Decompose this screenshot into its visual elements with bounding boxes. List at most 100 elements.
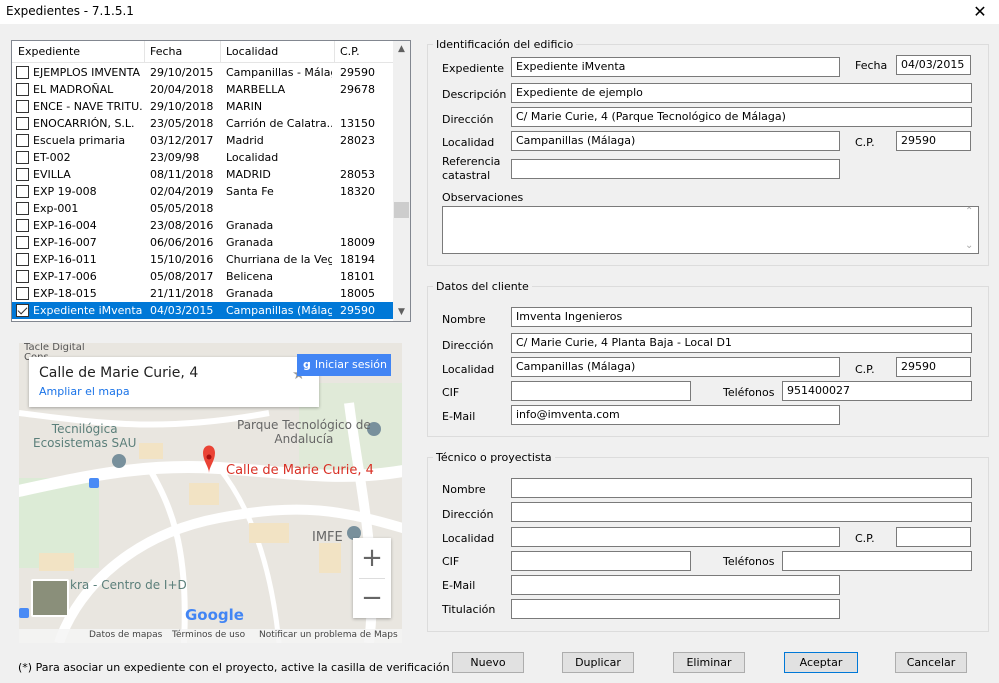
cancelar-button[interactable]: Cancelar	[895, 652, 967, 673]
row-checkbox[interactable]	[16, 304, 29, 317]
list-item[interactable]: EXP-18-015 21/11/2018 Granada 18005	[12, 285, 394, 302]
scroll-thumb[interactable]	[394, 202, 409, 218]
list-item[interactable]: EVILLA 08/11/2018 MADRID 28053	[12, 166, 394, 183]
list-item[interactable]: EJEMPLOS IMVENTA 29/10/2015 Campanillas - …	[12, 64, 394, 81]
cell-cp: 29590	[340, 66, 375, 79]
list-item[interactable]: Exp-001 05/05/2018	[12, 200, 394, 217]
zoom-in-button[interactable]: +	[353, 538, 391, 578]
cell-fecha: 23/09/98	[150, 151, 200, 164]
list-item[interactable]: ENCE - NAVE TRITU... 29/10/2018 MARIN	[12, 98, 394, 115]
cell-localidad: Madrid	[226, 134, 264, 147]
nuevo-button[interactable]: Nuevo	[452, 652, 524, 673]
duplicar-button[interactable]: Duplicar	[562, 652, 634, 673]
column-header-cp[interactable]: C.P.	[340, 45, 360, 58]
poi-centro-id[interactable]: kra - Centro de I+D	[70, 578, 187, 592]
signin-button[interactable]: g Iniciar sesión	[297, 354, 391, 376]
row-checkbox[interactable]	[16, 185, 29, 198]
tech-email-field[interactable]	[511, 575, 840, 595]
client-telefonos-field[interactable]: 951400027	[782, 381, 972, 401]
observaciones-scroll-down-icon[interactable]: ⌄	[965, 240, 973, 251]
poi-imfe[interactable]: IMFE	[312, 530, 343, 545]
expedientes-list[interactable]: Expediente Fecha Localidad C.P. EJEMPLOS…	[11, 40, 411, 322]
row-checkbox[interactable]	[16, 236, 29, 249]
row-checkbox[interactable]	[16, 287, 29, 300]
tech-telefonos-field[interactable]	[782, 551, 972, 571]
google-g-icon: g	[303, 358, 311, 371]
expediente-field[interactable]: Expediente iMventa	[511, 57, 840, 77]
map-report-link[interactable]: Notificar un problema de Maps	[259, 630, 398, 640]
client-cp-field[interactable]: 29590	[896, 357, 971, 377]
tech-legend: Técnico o proyectista	[433, 451, 555, 464]
row-checkbox[interactable]	[16, 202, 29, 215]
cell-localidad: MARIN	[226, 100, 263, 113]
map-view[interactable]: Tacle DigitalCons... Calle de Marie Curi…	[19, 343, 402, 643]
row-checkbox[interactable]	[16, 151, 29, 164]
client-email-field[interactable]: info@imventa.com	[511, 405, 840, 425]
referencia-catastral-field[interactable]	[511, 159, 840, 179]
list-item[interactable]: EXP-16-011 15/10/2016 Churriana de la Vega…	[12, 251, 394, 268]
cell-expediente: EXP-16-011	[33, 253, 97, 266]
observaciones-field[interactable]	[442, 206, 979, 254]
row-checkbox[interactable]	[16, 117, 29, 130]
scroll-up-icon[interactable]: ▲	[393, 41, 410, 58]
row-checkbox[interactable]	[16, 134, 29, 147]
list-item[interactable]: EL MADROÑAL 20/04/2018 MARBELLA 29678	[12, 81, 394, 98]
observaciones-scroll-up-icon[interactable]: ⌃	[965, 206, 973, 217]
row-checkbox[interactable]	[16, 253, 29, 266]
list-item[interactable]: EXP-16-007 06/06/2016 Granada 18009	[12, 234, 394, 251]
map-data-link[interactable]: Datos de mapas	[89, 630, 162, 640]
client-nombre-field[interactable]: Imventa Ingenieros	[511, 307, 972, 327]
list-item[interactable]: EXP-16-004 23/08/2016 Granada	[12, 217, 394, 234]
localidad-field[interactable]: Campanillas (Málaga)	[511, 131, 840, 151]
tech-titulacion-field[interactable]	[511, 599, 840, 619]
footnote: (*) Para asociar un expediente con el pr…	[18, 661, 450, 674]
google-logo: Google	[185, 606, 244, 624]
map-terms-link[interactable]: Términos de uso	[172, 630, 245, 640]
tech-telefonos-label: Teléfonos	[723, 555, 775, 568]
row-checkbox[interactable]	[16, 270, 29, 283]
zoom-out-button[interactable]: −	[353, 578, 391, 618]
poi-tecnilogica[interactable]: Tecnilógica Ecosistemas SAU	[33, 422, 136, 450]
eliminar-button[interactable]: Eliminar	[673, 652, 745, 673]
cell-expediente: EVILLA	[33, 168, 71, 181]
list-item[interactable]: EXP-17-006 05/08/2017 Belicena 18101	[12, 268, 394, 285]
satellite-toggle[interactable]	[31, 579, 69, 617]
tech-cif-field[interactable]	[511, 551, 691, 571]
list-item[interactable]: ENOCARRIÓN, S.L. 23/05/2018 Carrión de Cal…	[12, 115, 394, 132]
scroll-down-icon[interactable]: ▼	[393, 304, 410, 321]
list-scrollbar[interactable]: ▲ ▼	[393, 41, 410, 321]
list-item[interactable]: Escuela primaria 03/12/2017 Madrid 28023	[12, 132, 394, 149]
cell-cp: 28023	[340, 134, 375, 147]
column-header-expediente[interactable]: Expediente	[18, 45, 80, 58]
enlarge-map-link[interactable]: Ampliar el mapa	[39, 385, 130, 398]
list-item[interactable]: EXP 19-008 02/04/2019 Santa Fe 18320	[12, 183, 394, 200]
tech-direccion-field[interactable]	[511, 502, 972, 522]
row-checkbox[interactable]	[16, 100, 29, 113]
row-checkbox[interactable]	[16, 83, 29, 96]
list-item[interactable]: Expediente iMventa 04/03/2015 Campanillas …	[12, 302, 394, 319]
client-cif-field[interactable]	[511, 381, 691, 401]
descripcion-field[interactable]: Expediente de ejemplo	[511, 83, 972, 103]
cell-expediente: EL MADROÑAL	[33, 83, 114, 96]
tech-cif-label: CIF	[442, 555, 460, 568]
client-localidad-field[interactable]: Campanillas (Málaga)	[511, 357, 840, 377]
tech-nombre-field[interactable]	[511, 478, 972, 498]
list-item[interactable]: ET-002 23/09/98 Localidad	[12, 149, 394, 166]
column-header-fecha[interactable]: Fecha	[150, 45, 182, 58]
client-direccion-field[interactable]: C/ Marie Curie, 4 Planta Baja - Local D1	[511, 333, 972, 353]
close-icon[interactable]: ✕	[969, 1, 991, 23]
aceptar-button[interactable]: Aceptar	[784, 652, 858, 673]
row-checkbox[interactable]	[16, 219, 29, 232]
cell-localidad: Granada	[226, 219, 274, 232]
column-header-localidad[interactable]: Localidad	[226, 45, 278, 58]
row-checkbox[interactable]	[16, 168, 29, 181]
cp-field[interactable]: 29590	[896, 131, 971, 151]
row-checkbox[interactable]	[16, 66, 29, 79]
pin-label[interactable]: Calle de Marie Curie, 4	[226, 463, 374, 478]
poi-parque-tecnologico[interactable]: Parque Tecnológico de Andalucía	[237, 418, 371, 446]
window-title: Expedientes - 7.1.5.1	[6, 4, 134, 18]
tech-cp-field[interactable]	[896, 527, 971, 547]
fecha-field[interactable]: 04/03/2015	[896, 55, 971, 75]
direccion-field[interactable]: C/ Marie Curie, 4 (Parque Tecnológico de…	[511, 107, 972, 127]
tech-localidad-field[interactable]	[511, 527, 840, 547]
